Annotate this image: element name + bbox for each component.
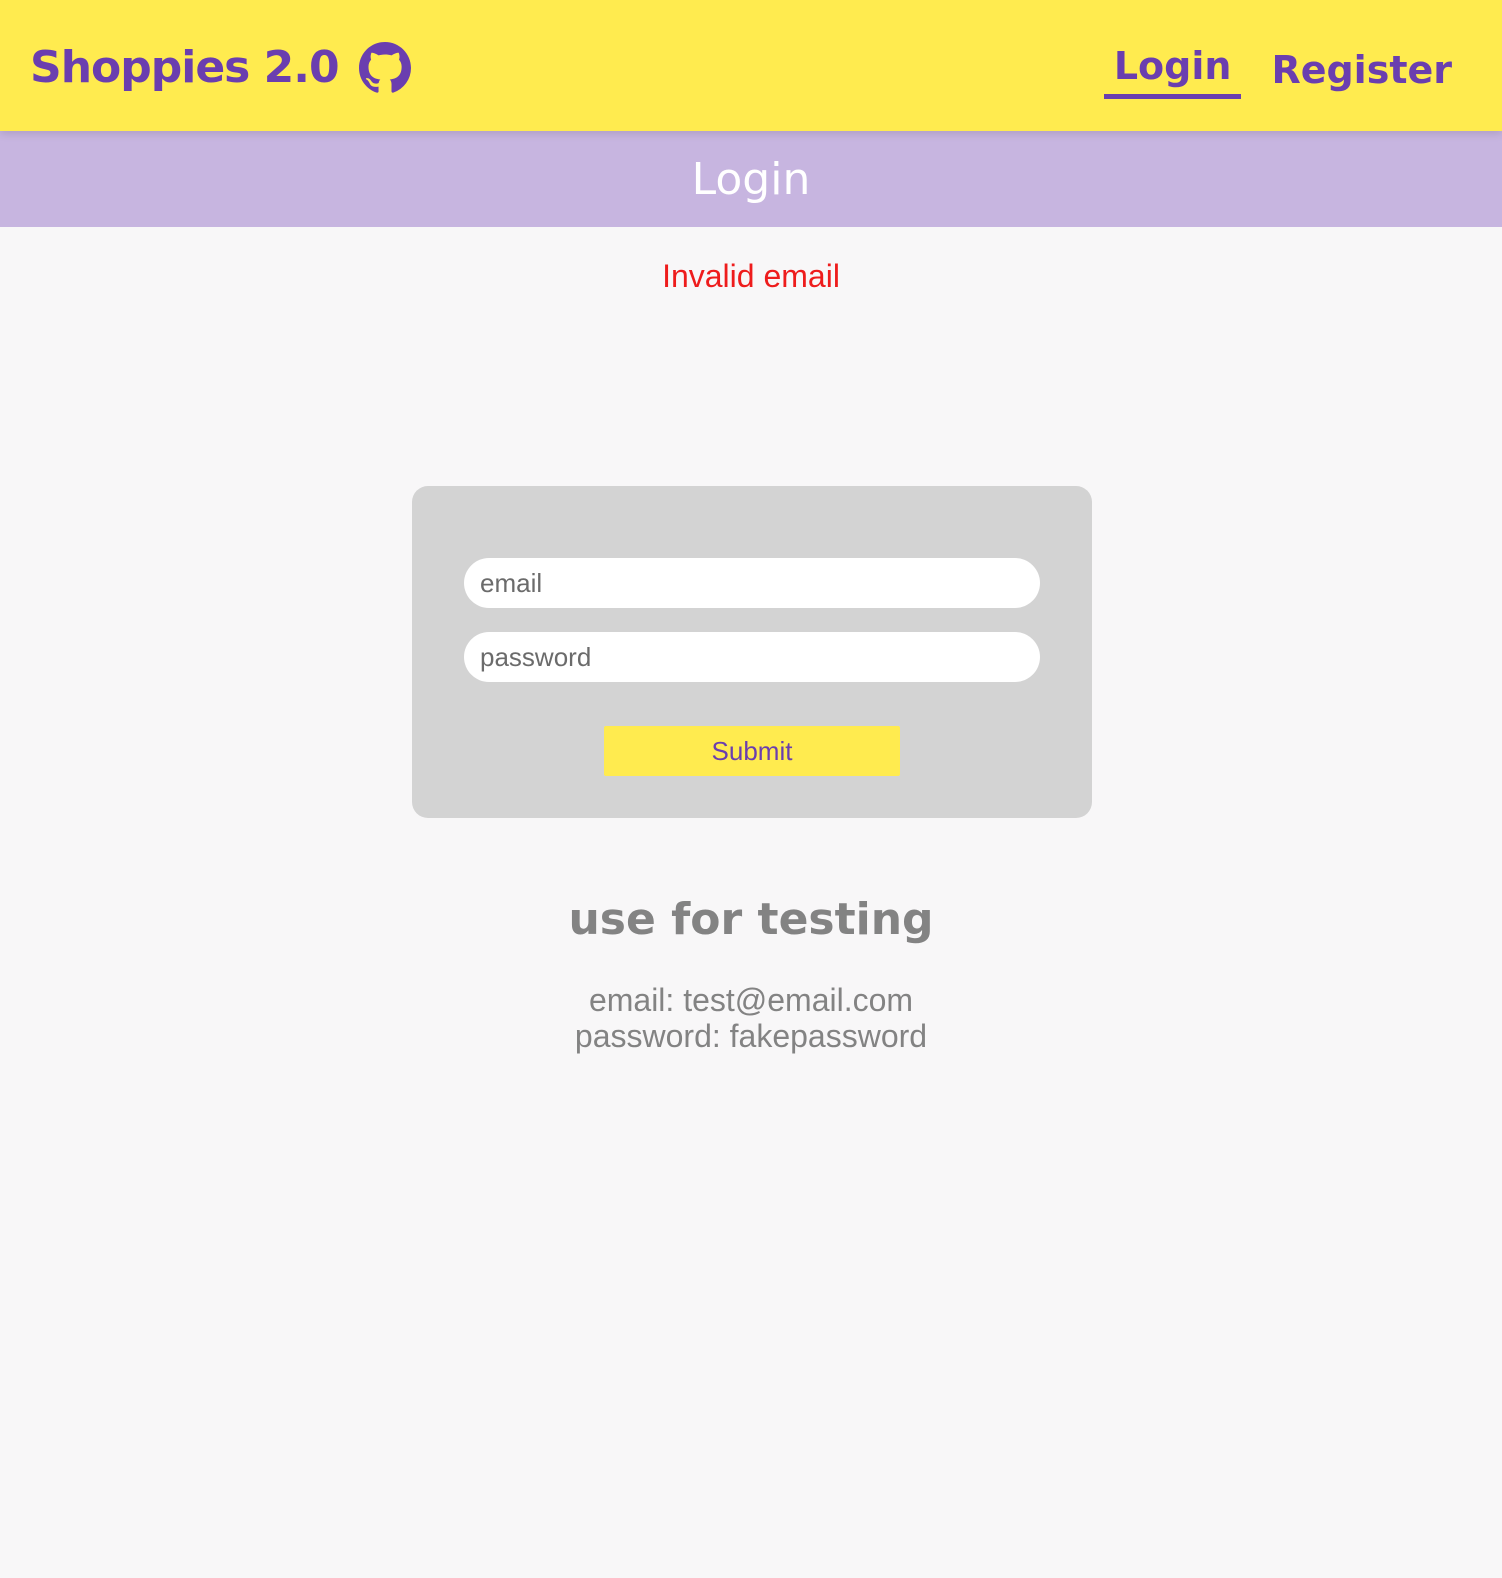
testing-heading: use for testing xyxy=(568,894,934,945)
github-icon[interactable] xyxy=(358,42,411,94)
error-message: Invalid email xyxy=(662,258,840,294)
main-nav: Login Register xyxy=(1103,40,1462,99)
nav-login-link[interactable]: Login xyxy=(1103,40,1242,99)
brand-title[interactable]: Shoppies 2.0 xyxy=(30,38,340,98)
top-navbar: Shoppies 2.0 Login Register xyxy=(0,0,1502,131)
submit-button[interactable]: Submit xyxy=(604,726,900,776)
testing-password-line: password: fakepassword xyxy=(574,1018,928,1054)
nav-register-link[interactable]: Register xyxy=(1261,44,1462,96)
testing-lines: email: test@email.com password: fakepass… xyxy=(0,982,1502,1054)
testing-credentials: use for testing email: test@email.com pa… xyxy=(0,890,1502,1054)
page-banner: Login xyxy=(0,131,1502,227)
brand[interactable]: Shoppies 2.0 xyxy=(30,38,411,98)
login-form: Submit xyxy=(412,486,1092,818)
testing-email-line: email: test@email.com xyxy=(588,982,914,1018)
email-field[interactable] xyxy=(464,558,1040,608)
page-title: Login xyxy=(691,153,811,205)
password-field[interactable] xyxy=(464,632,1040,682)
